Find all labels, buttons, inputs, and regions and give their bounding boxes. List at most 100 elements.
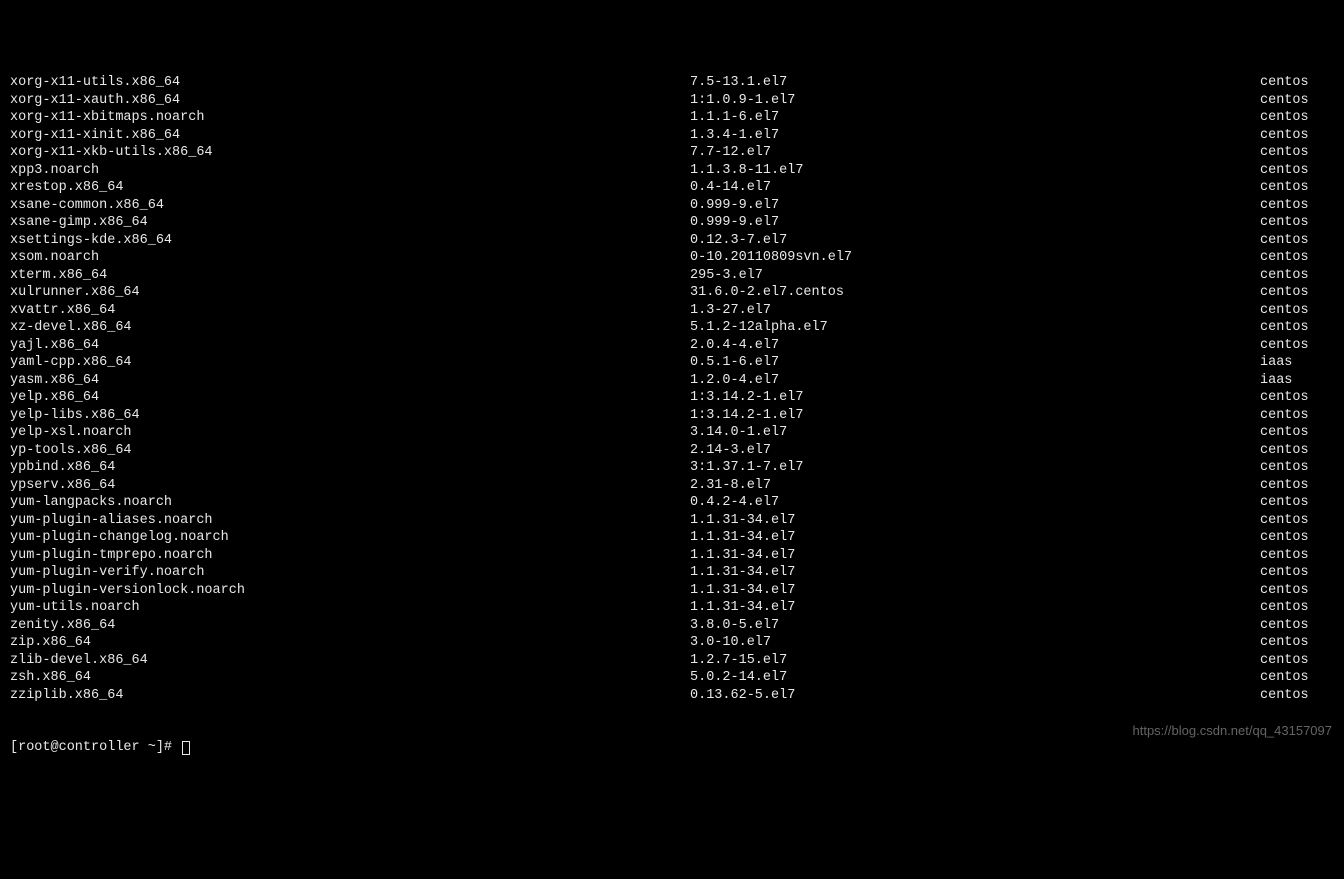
package-repo: centos (1260, 249, 1334, 267)
package-version: 2.31-8.el7 (690, 477, 1260, 495)
package-name: xsane-gimp.x86_64 (10, 214, 690, 232)
package-name: xsom.noarch (10, 249, 690, 267)
package-version: 2.14-3.el7 (690, 442, 1260, 460)
package-repo: centos (1260, 634, 1334, 652)
package-name: yajl.x86_64 (10, 337, 690, 355)
package-version: 0.4.2-4.el7 (690, 494, 1260, 512)
package-repo: centos (1260, 652, 1334, 670)
package-name: yum-plugin-verify.noarch (10, 564, 690, 582)
package-name: yum-langpacks.noarch (10, 494, 690, 512)
package-row: yasm.x86_641.2.0-4.el7iaas (10, 372, 1334, 390)
package-repo: centos (1260, 319, 1334, 337)
package-version: 5.1.2-12alpha.el7 (690, 319, 1260, 337)
package-name: yum-utils.noarch (10, 599, 690, 617)
package-row: xsane-gimp.x86_640.999-9.el7centos (10, 214, 1334, 232)
package-row: yum-plugin-changelog.noarch1.1.31-34.el7… (10, 529, 1334, 547)
package-name: zsh.x86_64 (10, 669, 690, 687)
package-version: 1:3.14.2-1.el7 (690, 389, 1260, 407)
package-version: 7.5-13.1.el7 (690, 74, 1260, 92)
package-version: 0.13.62-5.el7 (690, 687, 1260, 705)
package-repo: centos (1260, 529, 1334, 547)
package-repo: centos (1260, 214, 1334, 232)
package-row: yajl.x86_642.0.4-4.el7centos (10, 337, 1334, 355)
package-version: 3.14.0-1.el7 (690, 424, 1260, 442)
package-row: ypbind.x86_643:1.37.1-7.el7centos (10, 459, 1334, 477)
package-name: zziplib.x86_64 (10, 687, 690, 705)
package-row: yp-tools.x86_642.14-3.el7centos (10, 442, 1334, 460)
package-repo: centos (1260, 74, 1334, 92)
package-repo: centos (1260, 424, 1334, 442)
package-row: xrestop.x86_640.4-14.el7centos (10, 179, 1334, 197)
package-repo: centos (1260, 92, 1334, 110)
package-version: 1.3-27.el7 (690, 302, 1260, 320)
package-name: yasm.x86_64 (10, 372, 690, 390)
package-row: xvattr.x86_641.3-27.el7centos (10, 302, 1334, 320)
package-row: yum-plugin-aliases.noarch1.1.31-34.el7ce… (10, 512, 1334, 530)
package-row: yelp-xsl.noarch3.14.0-1.el7centos (10, 424, 1334, 442)
package-repo: centos (1260, 617, 1334, 635)
package-version: 1.1.31-34.el7 (690, 512, 1260, 530)
package-version: 0.12.3-7.el7 (690, 232, 1260, 250)
shell-prompt-line[interactable]: [root@controller ~]# (10, 739, 1334, 757)
package-version: 1.1.31-34.el7 (690, 547, 1260, 565)
package-name: xvattr.x86_64 (10, 302, 690, 320)
package-repo: iaas (1260, 354, 1334, 372)
package-version: 1.1.3.8-11.el7 (690, 162, 1260, 180)
package-row: xorg-x11-xinit.x86_641.3.4-1.el7centos (10, 127, 1334, 145)
package-row: zsh.x86_645.0.2-14.el7centos (10, 669, 1334, 687)
package-name: yelp.x86_64 (10, 389, 690, 407)
package-version: 0.999-9.el7 (690, 197, 1260, 215)
package-repo: centos (1260, 669, 1334, 687)
package-repo: centos (1260, 687, 1334, 705)
package-name: xorg-x11-utils.x86_64 (10, 74, 690, 92)
package-row: yum-plugin-tmprepo.noarch1.1.31-34.el7ce… (10, 547, 1334, 565)
package-repo: centos (1260, 582, 1334, 600)
package-row: xz-devel.x86_645.1.2-12alpha.el7centos (10, 319, 1334, 337)
package-row: zlib-devel.x86_641.2.7-15.el7centos (10, 652, 1334, 670)
package-row: xsane-common.x86_640.999-9.el7centos (10, 197, 1334, 215)
package-row: xterm.x86_64295-3.el7centos (10, 267, 1334, 285)
package-row: zip.x86_643.0-10.el7centos (10, 634, 1334, 652)
package-row: xulrunner.x86_6431.6.0-2.el7.centoscento… (10, 284, 1334, 302)
package-row: xsettings-kde.x86_640.12.3-7.el7centos (10, 232, 1334, 250)
package-name: xorg-x11-xkb-utils.x86_64 (10, 144, 690, 162)
package-row: xpp3.noarch1.1.3.8-11.el7centos (10, 162, 1334, 180)
package-version: 2.0.4-4.el7 (690, 337, 1260, 355)
package-repo: centos (1260, 389, 1334, 407)
package-version: 5.0.2-14.el7 (690, 669, 1260, 687)
package-version: 1.1.31-34.el7 (690, 599, 1260, 617)
package-name: yum-plugin-aliases.noarch (10, 512, 690, 530)
package-version: 1.1.31-34.el7 (690, 564, 1260, 582)
package-name: zlib-devel.x86_64 (10, 652, 690, 670)
package-row: xorg-x11-xbitmaps.noarch1.1.1-6.el7cento… (10, 109, 1334, 127)
package-name: yaml-cpp.x86_64 (10, 354, 690, 372)
package-row: yum-plugin-versionlock.noarch1.1.31-34.e… (10, 582, 1334, 600)
package-version: 31.6.0-2.el7.centos (690, 284, 1260, 302)
package-repo: centos (1260, 337, 1334, 355)
package-repo: centos (1260, 442, 1334, 460)
package-version: 1.2.7-15.el7 (690, 652, 1260, 670)
package-row: yum-plugin-verify.noarch1.1.31-34.el7cen… (10, 564, 1334, 582)
package-row: xorg-x11-utils.x86_647.5-13.1.el7centos (10, 74, 1334, 92)
package-version: 1.1.31-34.el7 (690, 582, 1260, 600)
package-row: xorg-x11-xauth.x86_641:1.0.9-1.el7centos (10, 92, 1334, 110)
package-version: 295-3.el7 (690, 267, 1260, 285)
package-name: yum-plugin-tmprepo.noarch (10, 547, 690, 565)
shell-prompt: [root@controller ~]# (10, 739, 180, 757)
package-repo: centos (1260, 512, 1334, 530)
package-version: 7.7-12.el7 (690, 144, 1260, 162)
package-version: 1.3.4-1.el7 (690, 127, 1260, 145)
package-repo: centos (1260, 267, 1334, 285)
package-name: xpp3.noarch (10, 162, 690, 180)
package-version: 1.1.1-6.el7 (690, 109, 1260, 127)
package-version: 1:1.0.9-1.el7 (690, 92, 1260, 110)
package-repo: centos (1260, 232, 1334, 250)
package-repo: centos (1260, 284, 1334, 302)
package-row: xorg-x11-xkb-utils.x86_647.7-12.el7cento… (10, 144, 1334, 162)
package-name: xorg-x11-xbitmaps.noarch (10, 109, 690, 127)
package-name: xrestop.x86_64 (10, 179, 690, 197)
package-name: xterm.x86_64 (10, 267, 690, 285)
package-row: yum-utils.noarch1.1.31-34.el7centos (10, 599, 1334, 617)
package-name: yum-plugin-versionlock.noarch (10, 582, 690, 600)
package-name: yelp-libs.x86_64 (10, 407, 690, 425)
